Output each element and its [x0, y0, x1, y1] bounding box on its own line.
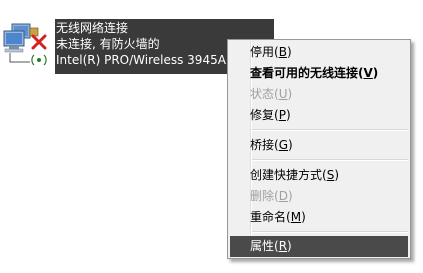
menu-separator: [252, 231, 408, 233]
menu-item-repair[interactable]: 修复(P): [230, 105, 408, 126]
menu-item-accel: R: [278, 239, 288, 253]
connection-status: 未连接, 有防火墙的: [56, 37, 160, 51]
menu-item-label: 属性: [250, 239, 275, 253]
menu-item-rename[interactable]: 重命名(M): [230, 207, 408, 228]
menu-separator: [252, 129, 408, 131]
menu-item-label: 创建快捷方式: [250, 168, 323, 182]
menu-item-delete: 删除(D): [250, 189, 293, 203]
menu-item-accel: V: [363, 66, 373, 80]
menu-item-label: 重命名: [250, 210, 287, 224]
menu-separator: [252, 159, 408, 161]
menu-item-disable[interactable]: 停用(B): [230, 42, 408, 63]
menu-item-label: 桥接: [250, 138, 275, 152]
connection-name[interactable]: 无线网络连接: [56, 21, 128, 36]
menu-item-label: 状态: [250, 87, 275, 101]
menu-item-create-shortcut[interactable]: 创建快捷方式(S): [230, 165, 408, 186]
menu-item-label: 查看可用的无线连接: [250, 66, 359, 80]
menu-item-properties[interactable]: 属性(R): [230, 236, 408, 257]
menu-item-status: 状态(U): [250, 87, 293, 101]
menu-item-accel: B: [278, 45, 287, 59]
menu-item-label: 停用: [250, 45, 275, 59]
menu-item-accel: S: [326, 168, 335, 182]
menu-item-accel: G: [278, 138, 289, 152]
context-menu: 停用(B) 查看可用的无线连接(V) 状态(U) 修复(P) 桥接(G) 创建快…: [227, 39, 411, 259]
menu-item-bridge[interactable]: 桥接(G): [230, 135, 408, 156]
menu-item-label: 删除: [250, 189, 275, 203]
connection-device: Intel(R) PRO/Wireless 3945AB: [56, 53, 235, 67]
menu-item-accel: M: [290, 210, 302, 224]
menu-item-accel: P: [278, 108, 286, 122]
wireless-network-icon: [3, 23, 47, 66]
menu-item-label: 修复: [250, 108, 275, 122]
network-connection-icon[interactable]: [2, 22, 54, 70]
menu-item-accel: U: [278, 87, 288, 101]
menu-item-view-wireless-networks[interactable]: 查看可用的无线连接(V): [230, 63, 408, 84]
menu-item-accel: D: [278, 189, 288, 203]
